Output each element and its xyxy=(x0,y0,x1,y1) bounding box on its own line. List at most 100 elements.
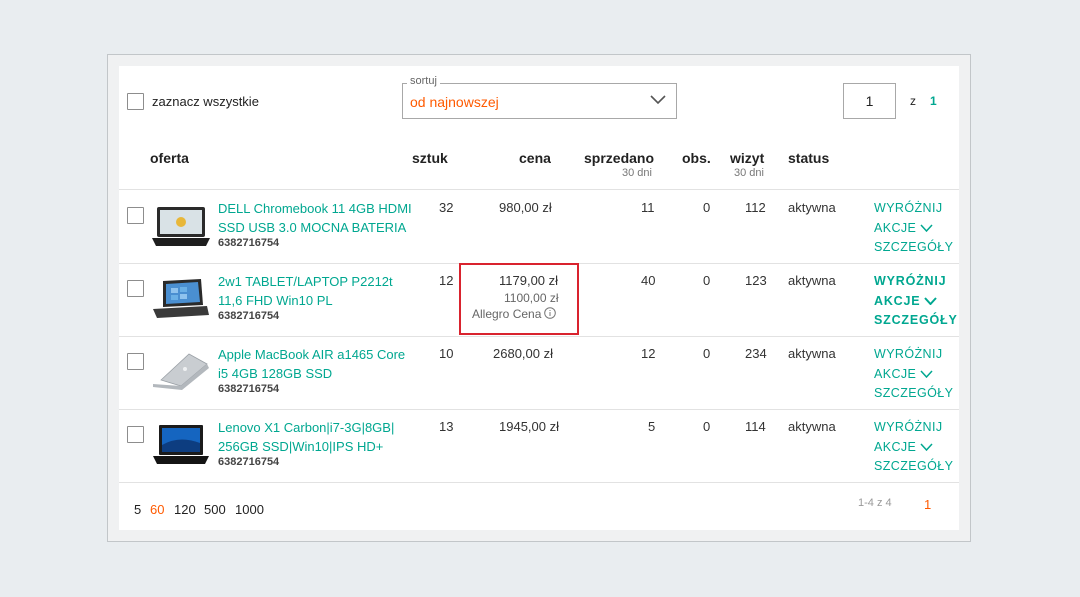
offer-title-line: Apple MacBook AIR a1465 Core xyxy=(218,347,406,362)
highlight-link[interactable]: WYRÓŻNIJ xyxy=(874,199,953,219)
offer-price: 2680,00 zł xyxy=(493,346,553,361)
offer-qty: 13 xyxy=(439,419,454,434)
highlight-link[interactable]: WYRÓŻNIJ xyxy=(874,345,953,365)
row-actions: WYRÓŻNIJ AKCJE SZCZEGÓŁY xyxy=(874,272,958,331)
sort-value: od najnowszej xyxy=(410,94,499,110)
page-total: 1 xyxy=(930,94,937,108)
laptop-lenovo-icon xyxy=(153,425,209,464)
details-link[interactable]: SZCZEGÓŁY xyxy=(874,311,958,331)
row-checkbox[interactable] xyxy=(127,353,144,370)
offer-sold: 11 xyxy=(641,200,655,215)
per-page-option[interactable]: 5 xyxy=(134,502,141,517)
offer-status: aktywna xyxy=(788,346,836,361)
table-row: DELL Chromebook 11 4GB HDMI SSD USB 3.0 … xyxy=(119,190,959,263)
table-row: Lenovo X1 Carbon|i7-3G|8GB| 256GB SSD|Wi… xyxy=(119,409,959,482)
offer-qty: 12 xyxy=(439,273,454,288)
row-checkbox[interactable] xyxy=(127,207,144,224)
details-link[interactable]: SZCZEGÓŁY xyxy=(874,238,953,258)
per-page-option[interactable]: 500 xyxy=(204,502,226,517)
select-all-label[interactable]: zaznacz wszystkie xyxy=(152,94,259,109)
actions-dropdown[interactable]: AKCJE xyxy=(874,219,953,239)
offer-visits: 234 xyxy=(745,346,767,361)
actions-label: AKCJE xyxy=(874,293,921,308)
chevron-down-icon xyxy=(920,443,933,452)
table-row: Apple MacBook AIR a1465 Core i5 4GB 128G… xyxy=(119,336,959,409)
offer-sold: 5 xyxy=(648,419,656,434)
offer-visits: 112 xyxy=(745,200,766,215)
offer-id: 6382716754 xyxy=(218,383,280,395)
highlight-link[interactable]: WYRÓŻNIJ xyxy=(874,418,953,438)
details-link[interactable]: SZCZEGÓŁY xyxy=(874,384,953,404)
chevron-down-icon xyxy=(650,95,666,105)
offer-sold: 40 xyxy=(641,273,656,288)
details-link[interactable]: SZCZEGÓŁY xyxy=(874,457,953,477)
offer-title-link[interactable]: Lenovo X1 Carbon|i7-3G|8GB| 256GB SSD|Wi… xyxy=(218,418,418,456)
column-offer[interactable]: oferta xyxy=(150,150,189,166)
actions-label: AKCJE xyxy=(874,220,917,235)
actions-label: AKCJE xyxy=(874,366,917,381)
offer-visits: 123 xyxy=(745,273,767,288)
offer-qty: 10 xyxy=(439,346,454,361)
actions-dropdown[interactable]: AKCJE xyxy=(874,292,958,312)
divider xyxy=(119,482,959,483)
offer-title-line: SSD USB 3.0 MOCNA BATERIA xyxy=(218,220,407,235)
highlight-link[interactable]: WYRÓŻNIJ xyxy=(874,272,958,292)
row-actions: WYRÓŻNIJ AKCJE SZCZEGÓŁY xyxy=(874,345,953,404)
offer-title-link[interactable]: 2w1 TABLET/LAPTOP P2212t 11,6 FHD Win10 … xyxy=(218,272,418,310)
column-sold-period: 30 dni xyxy=(622,167,652,179)
column-watch[interactable]: obs. xyxy=(682,150,711,166)
column-price[interactable]: cena xyxy=(519,150,551,166)
per-page-option[interactable]: 120 xyxy=(174,502,196,517)
column-visits[interactable]: wizyt xyxy=(730,150,764,166)
chevron-down-icon xyxy=(920,370,933,379)
per-page-option-active[interactable]: 60 xyxy=(150,502,164,517)
row-actions: WYRÓŻNIJ AKCJE SZCZEGÓŁY xyxy=(874,418,953,477)
column-status[interactable]: status xyxy=(788,150,829,166)
offer-id: 6382716754 xyxy=(218,456,280,468)
row-actions: WYRÓŻNIJ AKCJE SZCZEGÓŁY xyxy=(874,199,953,258)
offer-watch: 0 xyxy=(703,273,711,288)
column-sold[interactable]: sprzedano xyxy=(584,150,654,166)
column-qty[interactable]: sztuk xyxy=(412,150,448,166)
allegro-price-highlight xyxy=(459,263,579,335)
offer-status: aktywna xyxy=(788,419,836,434)
page-of-label: z xyxy=(910,94,916,108)
offer-title-link[interactable]: Apple MacBook AIR a1465 Core i5 4GB 128G… xyxy=(218,345,418,383)
actions-dropdown[interactable]: AKCJE xyxy=(874,438,953,458)
row-checkbox[interactable] xyxy=(127,426,144,443)
offer-title-line: 256GB SSD|Win10|IPS HD+ xyxy=(218,439,384,454)
offer-watch: 0 xyxy=(703,419,711,434)
offer-status: aktywna xyxy=(788,273,836,288)
offer-title-line: DELL Chromebook 11 4GB HDMI xyxy=(218,201,412,216)
offer-visits: 114 xyxy=(745,419,766,434)
offer-title-line: i5 4GB 128GB SSD xyxy=(218,366,333,381)
page-number-input[interactable]: 1 xyxy=(843,83,896,119)
offer-id: 6382716754 xyxy=(218,310,280,322)
laptop-chromebook-icon xyxy=(152,207,210,246)
row-checkbox[interactable] xyxy=(127,280,144,297)
offer-title-link[interactable]: DELL Chromebook 11 4GB HDMI SSD USB 3.0 … xyxy=(218,199,418,237)
offer-watch: 0 xyxy=(703,200,711,215)
offer-title-line: 2w1 TABLET/LAPTOP P2212t xyxy=(218,274,393,289)
offer-id: 6382716754 xyxy=(218,237,280,249)
actions-dropdown[interactable]: AKCJE xyxy=(874,365,953,385)
column-visits-period: 30 dni xyxy=(734,167,764,179)
offers-panel: zaznacz wszystkie od najnowszej sortuj 1… xyxy=(119,66,959,530)
results-range: 1-4 z 4 xyxy=(858,497,892,509)
offer-price: 980,00 zł xyxy=(499,200,552,215)
laptop-macbook-icon xyxy=(153,353,209,390)
offer-title-line: 11,6 FHD Win10 PL xyxy=(218,293,333,308)
offer-sold: 12 xyxy=(641,346,656,361)
select-all-checkbox[interactable] xyxy=(127,93,144,110)
laptop-tablet-icon xyxy=(153,279,209,318)
chevron-down-icon xyxy=(920,224,933,233)
per-page-option[interactable]: 1000 xyxy=(235,502,264,517)
actions-label: AKCJE xyxy=(874,439,917,454)
sort-label: sortuj xyxy=(407,75,440,87)
sort-select[interactable]: od najnowszej xyxy=(402,83,677,119)
offer-title-line: Lenovo X1 Carbon|i7-3G|8GB| xyxy=(218,420,395,435)
pagination-current-page[interactable]: 1 xyxy=(924,497,931,512)
chevron-down-icon xyxy=(924,297,938,306)
offer-price: 1945,00 zł xyxy=(499,419,559,434)
offer-status: aktywna xyxy=(788,200,836,215)
